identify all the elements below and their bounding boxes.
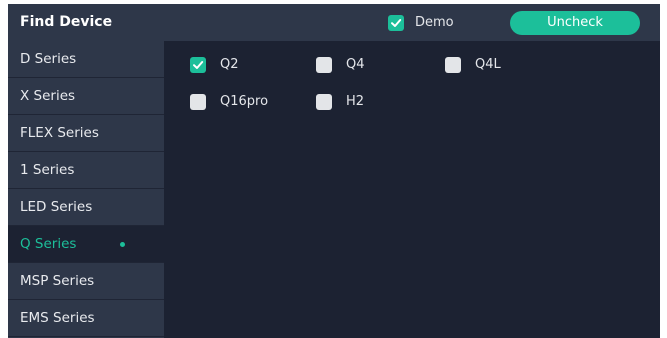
device-checkbox-h2[interactable]: H2 <box>316 93 364 111</box>
sidebar-item-d-series[interactable]: D Series <box>8 41 164 78</box>
sidebar-item-label: LED Series <box>20 199 93 215</box>
unchecked-box-icon[interactable] <box>316 94 332 110</box>
unchecked-box-icon[interactable] <box>316 57 332 73</box>
device-label: H2 <box>346 94 365 109</box>
sidebar-item-msp-series[interactable]: MSP Series <box>8 263 164 300</box>
sidebar-item-q-series[interactable]: Q Series <box>8 226 164 263</box>
active-indicator-dot-icon <box>120 242 125 247</box>
device-checkbox-q4l[interactable]: Q4L <box>445 56 501 74</box>
uncheck-button[interactable]: Uncheck <box>510 11 640 35</box>
checked-box-icon[interactable] <box>190 57 206 73</box>
device-checkbox-q4[interactable]: Q4 <box>316 56 365 74</box>
sidebar-item-label: D Series <box>20 51 77 67</box>
sidebar-item-label: 1 Series <box>20 162 75 178</box>
sidebar-item-label: MSP Series <box>20 273 95 289</box>
sidebar-item-ems-series[interactable]: EMS Series <box>8 300 164 337</box>
series-sidebar: D Series X Series FLEX Series 1 Series L… <box>8 41 164 338</box>
sidebar-item-label: FLEX Series <box>20 125 99 141</box>
unchecked-box-icon[interactable] <box>190 94 206 110</box>
device-checkbox-q16pro[interactable]: Q16pro <box>190 93 268 111</box>
sidebar-item-led-series[interactable]: LED Series <box>8 189 164 226</box>
device-label: Q2 <box>220 57 239 72</box>
sidebar-item-label: X Series <box>20 88 76 104</box>
demo-checkbox[interactable]: Demo <box>388 14 454 32</box>
demo-check-icon[interactable] <box>388 15 404 31</box>
sidebar-item-label: EMS Series <box>20 310 95 326</box>
sidebar-item-1-series[interactable]: 1 Series <box>8 152 164 189</box>
sidebar-item-x-series[interactable]: X Series <box>8 78 164 115</box>
device-checkbox-q2[interactable]: Q2 <box>190 56 239 74</box>
unchecked-box-icon[interactable] <box>445 57 461 73</box>
device-label: Q4L <box>475 57 501 72</box>
device-list: Q2 Q4 Q4L Q16pro H2 <box>164 41 660 338</box>
panel-title: Find Device <box>20 14 113 30</box>
sidebar-item-label: Q Series <box>20 236 77 252</box>
device-label: Q4 <box>346 57 365 72</box>
header-bar: Find Device Demo Uncheck <box>8 4 660 41</box>
sidebar-item-flex-series[interactable]: FLEX Series <box>8 115 164 152</box>
find-device-panel: Find Device Demo Uncheck D Series X Seri… <box>8 4 660 338</box>
demo-label: Demo <box>415 15 454 30</box>
device-label: Q16pro <box>220 94 269 109</box>
